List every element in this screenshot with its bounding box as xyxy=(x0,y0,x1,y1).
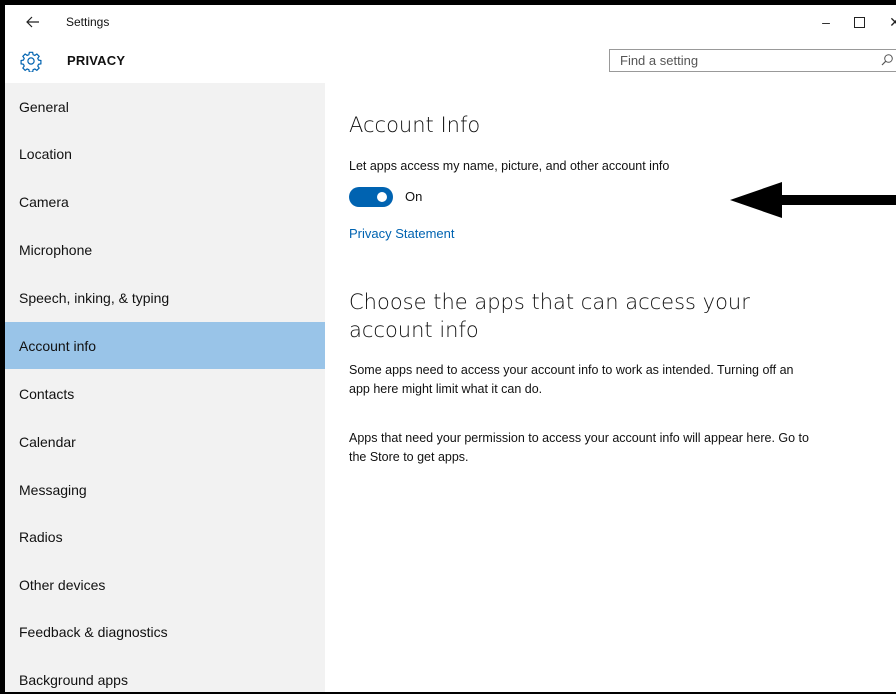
sidebar-item-label: Calendar xyxy=(19,433,76,450)
sidebar-item-label: Feedback & diagnostics xyxy=(19,623,168,640)
sidebar-item-messaging[interactable]: Messaging xyxy=(5,466,325,513)
section-title-account-info: Account Info xyxy=(349,113,481,137)
page-title: PRIVACY xyxy=(67,53,126,68)
search-icon[interactable] xyxy=(880,53,894,67)
search-box[interactable] xyxy=(609,49,896,72)
window-frame-top xyxy=(0,0,896,5)
store-note: Apps that need your permission to access… xyxy=(349,431,809,464)
close-icon: ✕ xyxy=(889,13,896,30)
sidebar-item-speech[interactable]: Speech, inking, & typing xyxy=(5,274,325,321)
page-header: PRIVACY xyxy=(5,41,896,83)
sidebar-item-general[interactable]: General xyxy=(5,83,325,130)
section-title-choose-apps: Choose the apps that can access your acc… xyxy=(349,290,750,342)
sidebar-item-label: Radios xyxy=(19,528,63,545)
sidebar-item-label: Microphone xyxy=(19,241,93,258)
back-arrow-icon xyxy=(26,16,39,28)
back-button[interactable] xyxy=(19,8,47,36)
sidebar-item-radios[interactable]: Radios xyxy=(5,513,325,560)
sidebar-item-label: Other devices xyxy=(19,576,106,593)
main-content: Account Info Let apps access my name, pi… xyxy=(325,83,896,692)
window-frame-left xyxy=(0,0,5,694)
sidebar-item-label: Contacts xyxy=(19,385,75,402)
sidebar-item-label: Background apps xyxy=(19,671,128,688)
sidebar-item-label: Location xyxy=(19,145,72,162)
sidebar-item-contacts[interactable]: Contacts xyxy=(5,370,325,417)
sidebar-item-label: General xyxy=(19,98,69,115)
account-info-toggle[interactable] xyxy=(349,187,393,207)
sidebar-item-location[interactable]: Location xyxy=(5,130,325,177)
close-button[interactable]: ✕ xyxy=(873,7,896,37)
gear-icon xyxy=(20,51,42,72)
title-bar: Settings – ✕ xyxy=(5,5,896,41)
sidebar-item-camera[interactable]: Camera xyxy=(5,178,325,225)
toggle-description: Let apps access my name, picture, and ot… xyxy=(349,159,670,173)
privacy-statement-link[interactable]: Privacy Statement xyxy=(349,226,455,241)
settings-window: Settings – ✕ PRIVACY General Locat xyxy=(0,0,896,694)
sidebar-item-calendar[interactable]: Calendar xyxy=(5,418,325,465)
window-title: Settings xyxy=(66,15,110,29)
sidebar-item-label: Speech, inking, & typing xyxy=(19,289,170,306)
sidebar-item-background-apps[interactable]: Background apps xyxy=(5,656,325,694)
sidebar-item-label: Messaging xyxy=(19,481,87,498)
sidebar-item-other-devices[interactable]: Other devices xyxy=(5,561,325,608)
sidebar-item-label: Account info xyxy=(19,337,97,354)
left-arrow-annotation-icon xyxy=(730,182,896,218)
sidebar-item-label: Camera xyxy=(19,193,69,210)
sidebar-item-feedback[interactable]: Feedback & diagnostics xyxy=(5,608,325,655)
sidebar-nav: General Location Camera Microphone Speec… xyxy=(5,83,325,692)
choose-apps-description: Some apps need to access your account in… xyxy=(349,363,794,396)
sidebar-item-microphone[interactable]: Microphone xyxy=(5,226,325,273)
search-input[interactable] xyxy=(610,50,880,71)
maximize-icon xyxy=(853,16,865,28)
toggle-state-label: On xyxy=(405,189,423,204)
toggle-knob xyxy=(377,192,387,202)
sidebar-item-account-info[interactable]: Account info xyxy=(5,322,325,369)
minimize-icon: – xyxy=(822,14,830,30)
